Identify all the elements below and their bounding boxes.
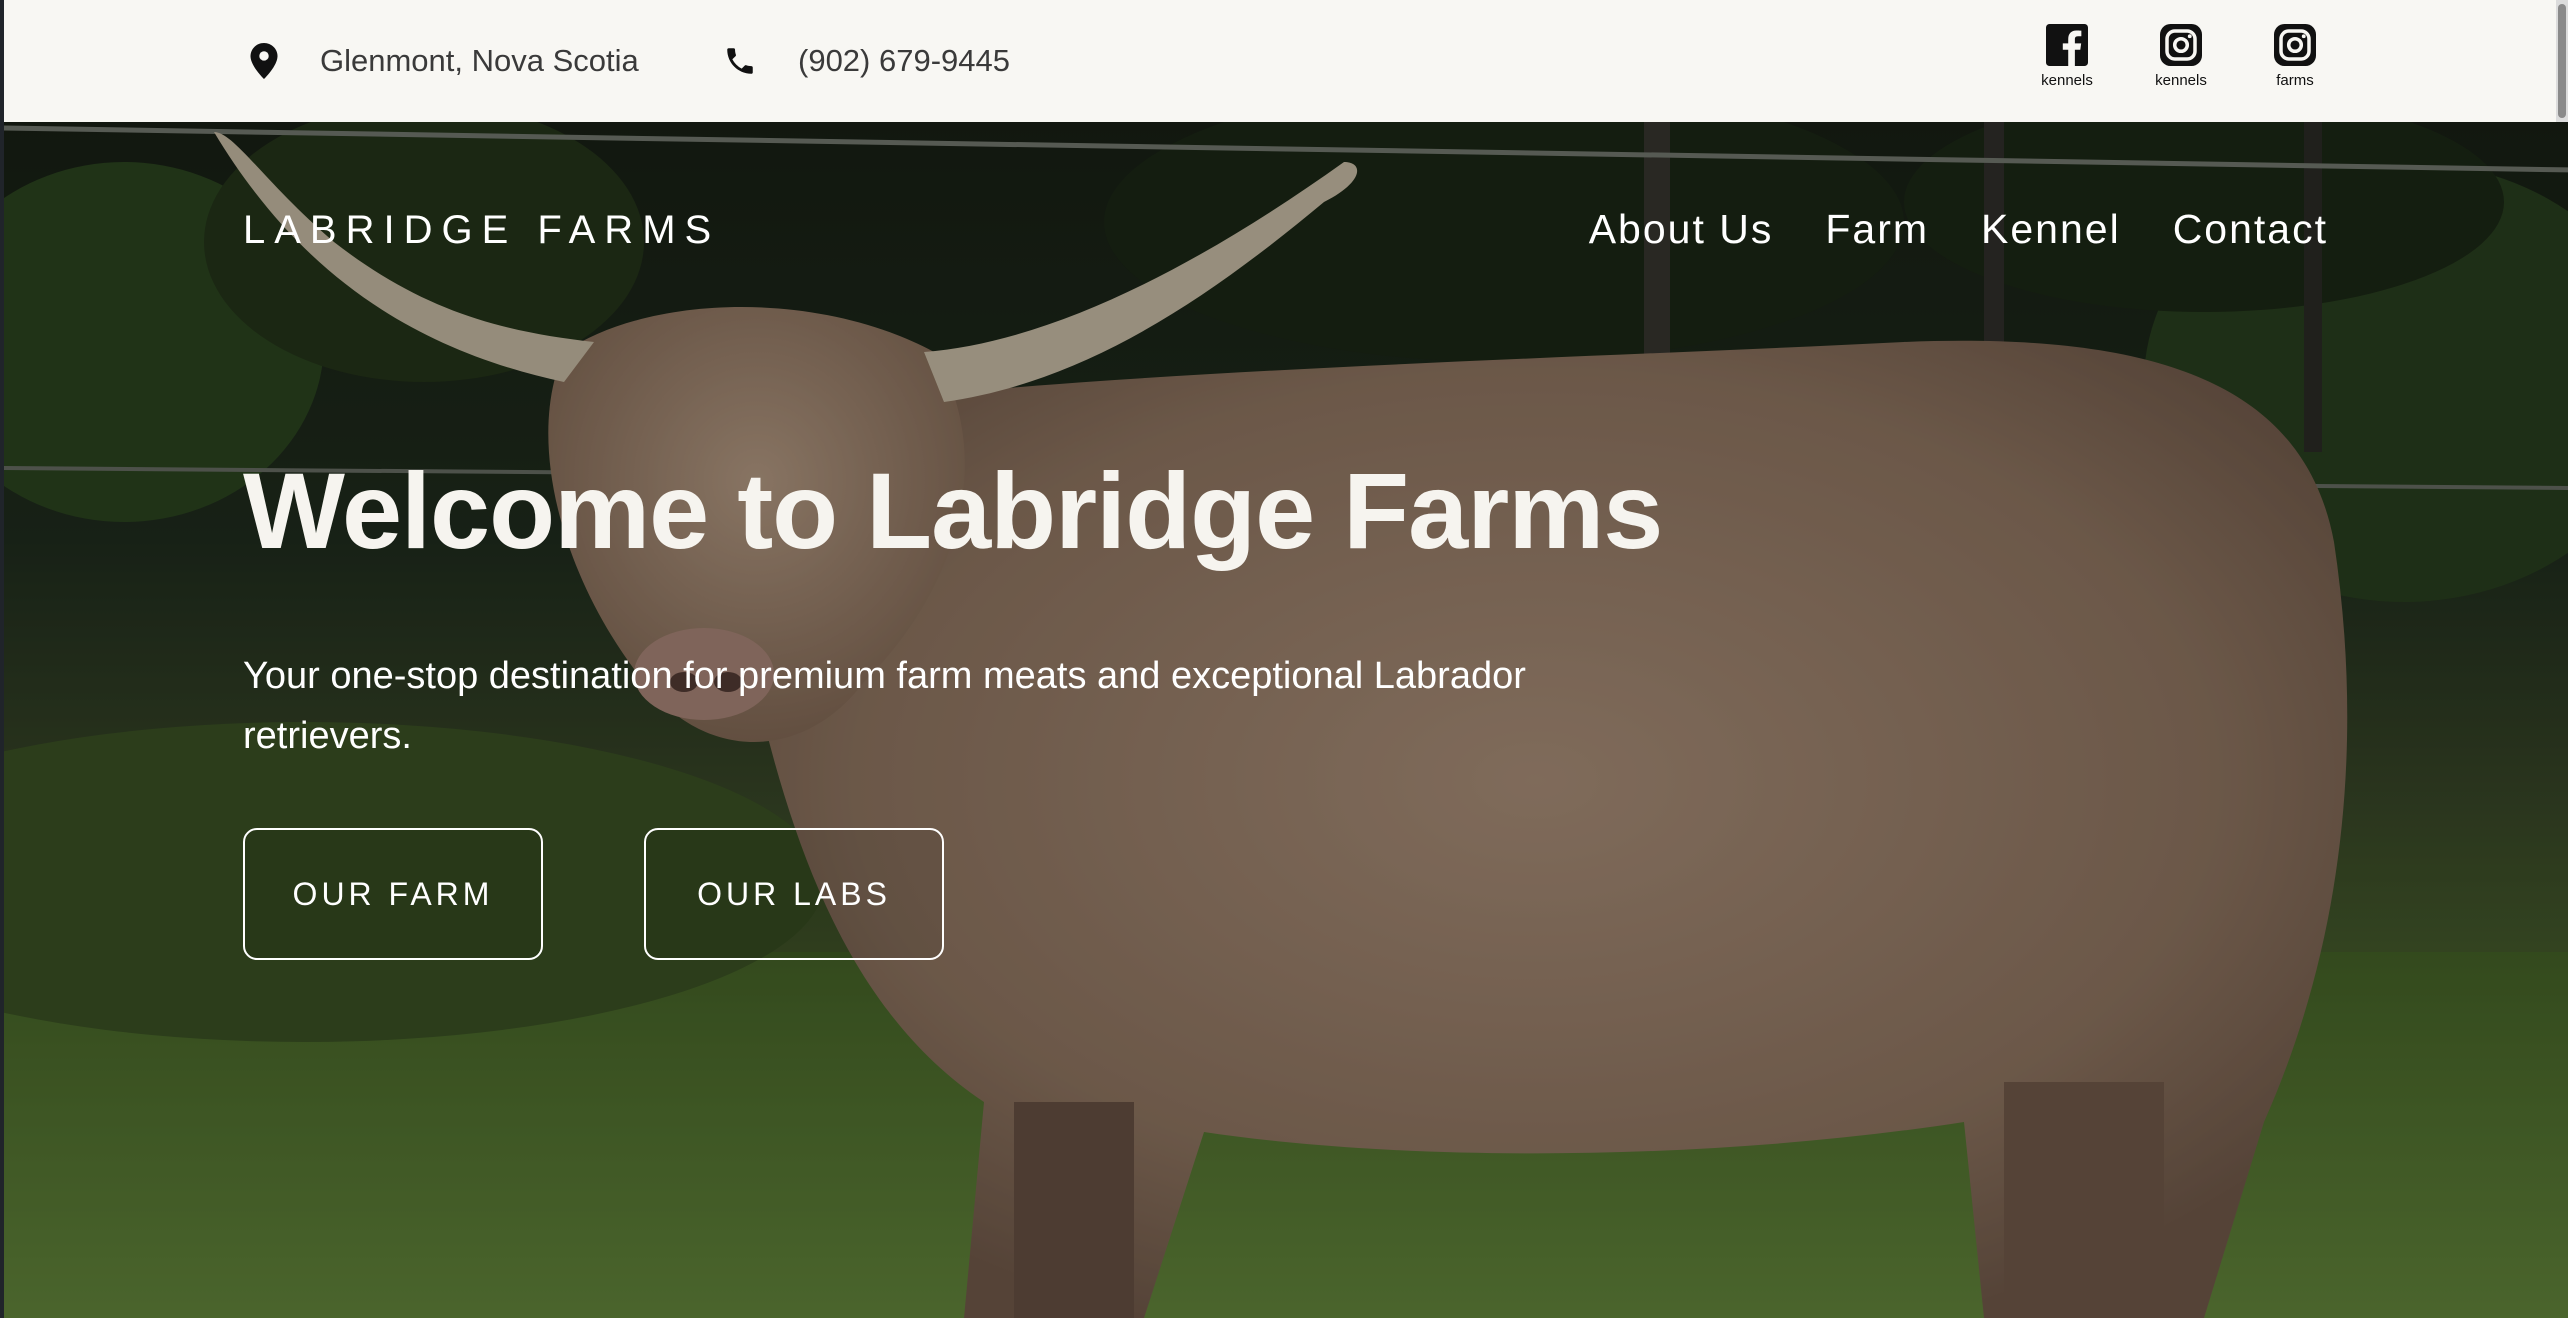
nav-farm[interactable]: Farm (1825, 206, 1929, 253)
hero-title: Welcome to Labridge Farms (243, 450, 1663, 571)
instagram-kennels-link[interactable]: kennels (2136, 24, 2226, 89)
facebook-kennels-link[interactable]: kennels (2022, 24, 2112, 89)
our-farm-button[interactable]: OUR FARM (243, 828, 543, 960)
instagram-icon (2160, 24, 2202, 66)
map-pin-icon (244, 41, 284, 81)
phone-info[interactable]: (902) 679-9445 (720, 0, 1010, 122)
location-info: Glenmont, Nova Scotia (244, 0, 639, 122)
instagram-icon (2274, 24, 2316, 66)
nav-about-us[interactable]: About Us (1589, 206, 1774, 253)
page: Glenmont, Nova Scotia (902) 679-9445 ken… (0, 0, 2568, 1318)
nav-kennel[interactable]: Kennel (1981, 206, 2121, 253)
scrollbar-thumb[interactable] (2558, 4, 2566, 118)
main-nav: About Us Farm Kennel Contact (1589, 206, 2328, 253)
social-label: kennels (2041, 72, 2093, 89)
instagram-farms-link[interactable]: farms (2250, 24, 2340, 89)
brand-logo[interactable]: LABRIDGE FARMS (243, 208, 720, 253)
contact-bar: Glenmont, Nova Scotia (902) 679-9445 ken… (0, 0, 2568, 122)
phone-text: (902) 679-9445 (798, 43, 1010, 78)
hero-subtitle: Your one-stop destination for premium fa… (243, 655, 1526, 757)
social-label: kennels (2155, 72, 2207, 89)
social-label: farms (2276, 72, 2314, 89)
our-labs-button[interactable]: OUR LABS (644, 828, 944, 960)
scrollbar[interactable] (2556, 0, 2568, 122)
nav-contact[interactable]: Contact (2173, 206, 2328, 253)
location-text: Glenmont, Nova Scotia (320, 43, 639, 78)
facebook-icon (2046, 24, 2088, 67)
phone-icon (720, 41, 760, 81)
